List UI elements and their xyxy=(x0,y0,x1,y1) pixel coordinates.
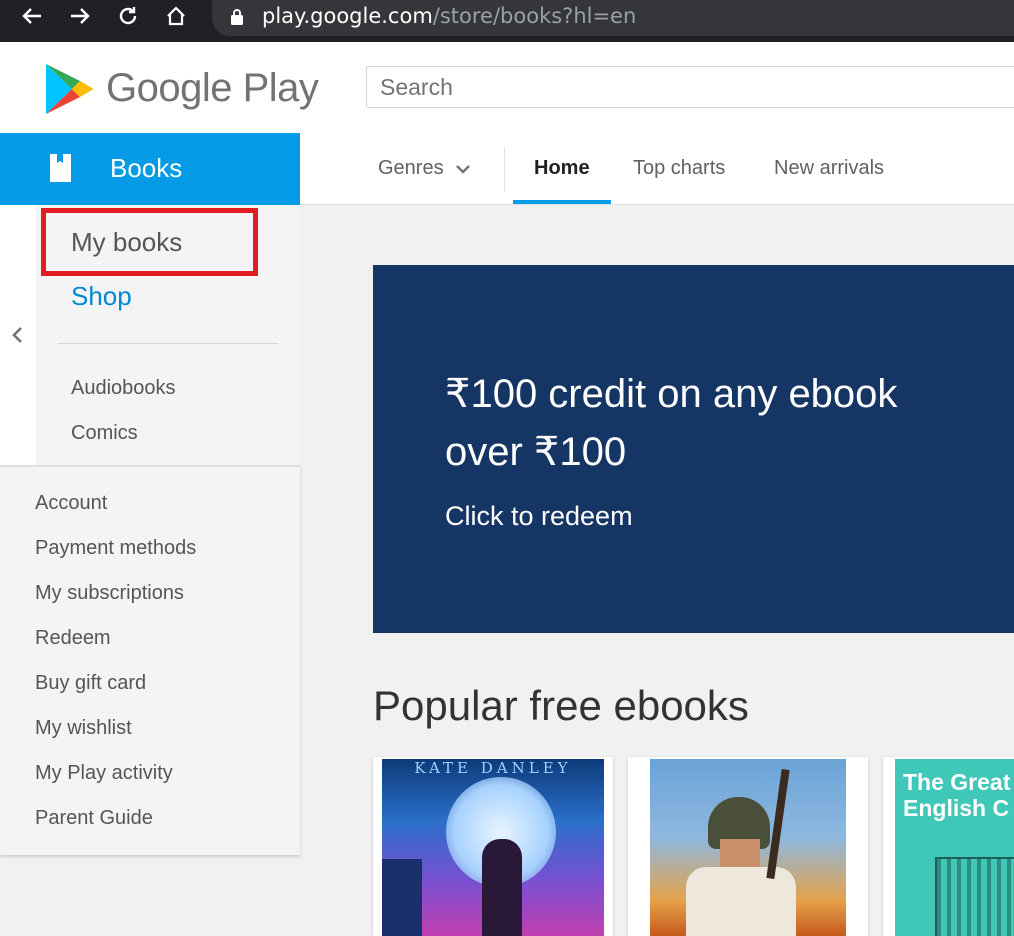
back-arrow-icon xyxy=(22,8,41,24)
book-cover-title: The Great English C xyxy=(903,769,1011,821)
book-cover-image xyxy=(650,759,846,936)
reload-icon xyxy=(119,7,137,25)
account-menu: Account Payment methods My subscriptions… xyxy=(0,465,300,855)
genres-dropdown[interactable]: Genres xyxy=(378,157,471,180)
menu-item-parent-guide[interactable]: Parent Guide xyxy=(35,807,153,830)
menu-item-my-play-activity[interactable]: My Play activity xyxy=(35,762,173,785)
tab-home[interactable]: Home xyxy=(534,157,590,180)
figure-shape xyxy=(482,839,522,936)
book-icon xyxy=(50,154,71,182)
genres-label: Genres xyxy=(378,157,444,179)
reload-button[interactable] xyxy=(112,0,144,32)
home-icon xyxy=(167,6,185,26)
forward-button[interactable] xyxy=(64,0,96,32)
tab-top-charts[interactable]: Top charts xyxy=(633,157,725,180)
book-cover-author: KATE DANLEY xyxy=(414,759,572,777)
sidebar-item-audiobooks[interactable]: Audiobooks xyxy=(71,377,176,400)
google-play-logo-icon[interactable] xyxy=(44,62,94,116)
shirt-shape xyxy=(686,867,796,936)
back-button[interactable] xyxy=(16,0,48,32)
home-button[interactable] xyxy=(160,0,192,32)
menu-item-account[interactable]: Account xyxy=(35,492,107,515)
forward-arrow-icon xyxy=(71,8,90,24)
url-host: play.google.com xyxy=(262,4,433,28)
my-books-highlight-box xyxy=(41,208,258,276)
lock-icon xyxy=(231,9,243,25)
chevron-down-icon xyxy=(456,164,471,174)
face-shape xyxy=(720,839,760,869)
sidebar-collapse-area xyxy=(0,205,36,465)
top-navigation: Genres Home Top charts New arrivals xyxy=(300,133,1014,205)
play-header: Google Play xyxy=(0,42,1014,133)
sidebar-item-shop[interactable]: Shop xyxy=(71,281,132,312)
books-tab[interactable]: Books xyxy=(0,133,300,205)
menu-item-redeem[interactable]: Redeem xyxy=(35,627,111,650)
menu-item-buy-gift-card[interactable]: Buy gift card xyxy=(35,672,146,695)
book-card[interactable]: The Great English C xyxy=(883,757,1014,936)
section-title: Popular free ebooks xyxy=(373,682,749,729)
menu-item-my-wishlist[interactable]: My wishlist xyxy=(35,717,132,740)
promo-banner[interactable]: ₹100 credit on any ebook over ₹100 Click… xyxy=(373,265,1014,633)
browser-toolbar: play.google.com/store/books?hl=en xyxy=(0,0,1014,42)
url-path: /store/books?hl=en xyxy=(432,4,637,28)
book-card[interactable] xyxy=(628,757,868,936)
building-shape xyxy=(382,859,422,936)
tab-new-arrivals[interactable]: New arrivals xyxy=(774,157,884,180)
url-text: play.google.com/store/books?hl=en xyxy=(262,4,636,28)
nav-divider xyxy=(504,147,505,191)
books-tab-label: Books xyxy=(110,153,183,183)
cover-illustration xyxy=(935,857,1014,936)
book-cover-image: KATE DANLEY xyxy=(382,759,604,936)
search-input[interactable] xyxy=(367,67,1014,107)
book-card[interactable]: KATE DANLEY xyxy=(373,757,613,936)
sidebar-divider xyxy=(58,343,278,344)
book-cover-image: The Great English C xyxy=(895,759,1014,936)
active-tab-underline xyxy=(513,200,611,204)
promo-headline: ₹100 credit on any ebook over ₹100 xyxy=(445,372,898,474)
sidebar-item-comics[interactable]: Comics xyxy=(71,422,138,445)
google-play-logo-text[interactable]: Google Play xyxy=(106,66,319,111)
chevron-left-icon[interactable] xyxy=(11,326,23,344)
search-box[interactable] xyxy=(366,66,1014,108)
menu-item-my-subscriptions[interactable]: My subscriptions xyxy=(35,582,184,605)
menu-item-payment-methods[interactable]: Payment methods xyxy=(35,537,196,560)
promo-cta[interactable]: Click to redeem xyxy=(445,501,633,532)
